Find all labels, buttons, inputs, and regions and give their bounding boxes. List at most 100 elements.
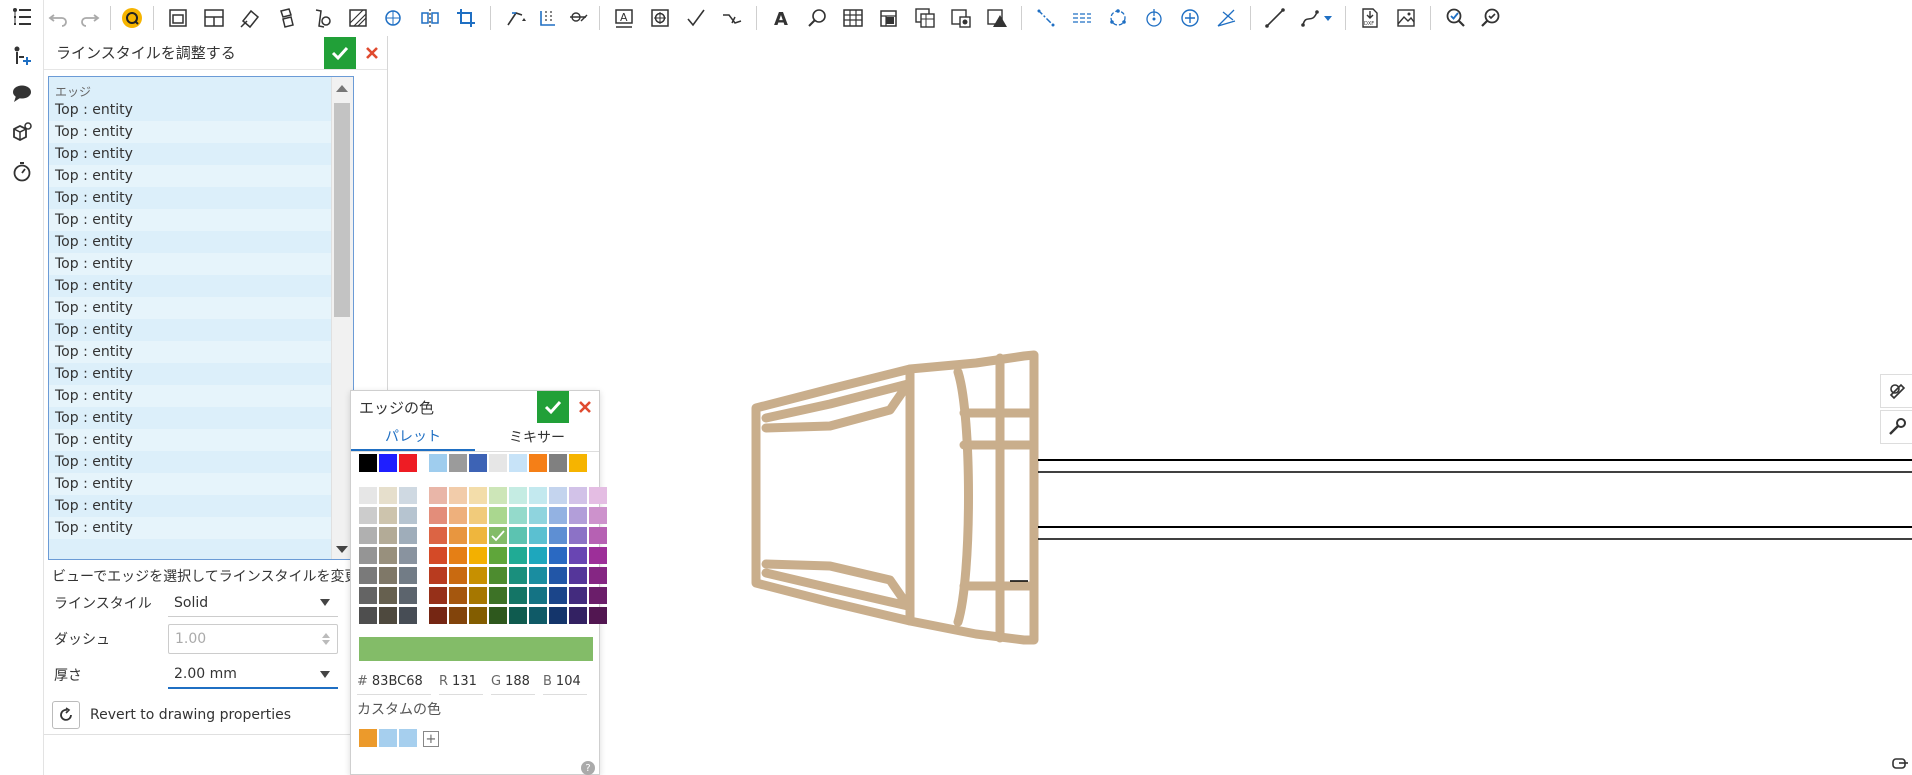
edge-list-item[interactable]: Top : entity× — [49, 341, 353, 363]
custom-color-swatch[interactable] — [359, 729, 377, 747]
check-mark-icon[interactable] — [678, 2, 714, 34]
palette-swatch[interactable] — [549, 507, 567, 524]
undo-icon[interactable] — [44, 2, 74, 34]
note-icon[interactable]: A — [606, 2, 642, 34]
scroll-thumb[interactable] — [334, 103, 350, 317]
palette-swatch[interactable] — [589, 607, 607, 624]
palette-swatch-gray[interactable] — [359, 567, 377, 584]
chevron-down-icon[interactable] — [1324, 15, 1332, 21]
palette-swatch[interactable] — [549, 547, 567, 564]
palette-swatch[interactable] — [589, 527, 607, 544]
palette-swatch[interactable] — [469, 607, 487, 624]
point-icon[interactable] — [1136, 2, 1172, 34]
palette-swatch-gray[interactable] — [359, 527, 377, 544]
palette-swatch-gray[interactable] — [359, 507, 377, 524]
dimension-icon[interactable] — [497, 2, 533, 34]
palette-swatch-gray[interactable] — [399, 547, 417, 564]
table-icon[interactable] — [835, 2, 871, 34]
centerline-icon[interactable] — [1028, 2, 1064, 34]
comments-icon[interactable] — [10, 82, 34, 106]
palette-swatch[interactable] — [549, 527, 567, 544]
palette-swatch-recent[interactable] — [429, 454, 447, 472]
palette-swatch-gray[interactable] — [399, 527, 417, 544]
palette-swatch[interactable] — [429, 607, 447, 624]
edge-list-item[interactable]: Top : entity× — [49, 363, 353, 385]
angle-dimension-icon[interactable] — [563, 2, 593, 34]
picker-cancel-button[interactable] — [571, 391, 599, 423]
palette-swatch[interactable] — [469, 567, 487, 584]
stepper-icon[interactable] — [321, 632, 331, 646]
palette-swatch-recent[interactable] — [549, 454, 567, 472]
palette-swatch[interactable] — [509, 527, 527, 544]
part-outline[interactable] — [751, 350, 1039, 645]
palette-swatch[interactable] — [489, 567, 507, 584]
edge-list-item[interactable]: Top : entity× — [49, 165, 353, 187]
edge-list-item[interactable]: Top : entity× — [49, 121, 353, 143]
scroll-down-icon[interactable] — [336, 546, 348, 553]
palette-swatch[interactable] — [569, 567, 587, 584]
palette-swatch[interactable] — [489, 507, 507, 524]
palette-swatch[interactable] — [549, 607, 567, 624]
wrench-icon[interactable] — [1880, 410, 1912, 444]
inspect-icon[interactable] — [1473, 2, 1509, 34]
timer-icon[interactable] — [10, 160, 34, 184]
regenerate-icon[interactable] — [117, 2, 147, 34]
export-image-icon[interactable] — [1388, 2, 1424, 34]
palette-swatch-gray[interactable] — [379, 587, 397, 604]
redo-icon[interactable] — [74, 2, 104, 34]
palette-swatch[interactable] — [589, 587, 607, 604]
edge-list-item[interactable]: Top : entity× — [49, 99, 353, 121]
edge-list-item[interactable]: Top : entity× — [49, 231, 353, 253]
edge-list-item[interactable]: Top : entity× — [49, 253, 353, 275]
palette-swatch[interactable] — [489, 547, 507, 564]
palette-swatch[interactable] — [429, 547, 447, 564]
palette-swatch[interactable] — [509, 487, 527, 504]
palette-swatch-recent[interactable] — [359, 454, 377, 472]
rotate-view-icon[interactable] — [412, 2, 448, 34]
palette-swatch[interactable] — [469, 587, 487, 604]
tab-palette[interactable]: パレット — [351, 423, 475, 451]
bom-table-icon[interactable] — [871, 2, 907, 34]
confirm-button[interactable] — [324, 37, 356, 69]
palette-swatch-gray[interactable] — [379, 567, 397, 584]
palette-swatch-gray[interactable] — [379, 487, 397, 504]
palette-swatch[interactable] — [449, 507, 467, 524]
palette-swatch[interactable] — [469, 547, 487, 564]
drawing-canvas[interactable] — [600, 36, 1912, 775]
palette-swatch-recent[interactable] — [399, 454, 417, 472]
section-view-icon[interactable] — [268, 2, 304, 34]
edge-list-item[interactable]: Top : entity× — [49, 517, 353, 539]
palette-swatch[interactable] — [429, 527, 447, 544]
palette-swatch[interactable] — [569, 507, 587, 524]
add-feature-icon[interactable] — [10, 44, 34, 68]
edge-list-item[interactable]: Top : entity× — [49, 407, 353, 429]
detail-view-icon[interactable] — [304, 2, 340, 34]
picker-confirm-button[interactable] — [537, 391, 569, 423]
palette-swatch[interactable] — [489, 587, 507, 604]
edge-selection-list[interactable]: エッジ Top : entity×Top : entity×Top : enti… — [48, 76, 354, 560]
palette-swatch-recent[interactable] — [469, 454, 487, 472]
palette-swatch-recent[interactable] — [569, 454, 587, 472]
edge-list-item[interactable]: Top : entity× — [49, 451, 353, 473]
palette-swatch[interactable] — [529, 587, 547, 604]
palette-swatch[interactable] — [549, 587, 567, 604]
palette-swatch[interactable] — [509, 607, 527, 624]
help-icon[interactable]: ? — [581, 761, 595, 775]
dash-input[interactable]: 1.00 — [168, 624, 338, 654]
insert-view-icon[interactable] — [160, 2, 196, 34]
palette-swatch[interactable] — [589, 567, 607, 584]
parts-icon[interactable] — [10, 120, 34, 144]
palette-swatch[interactable] — [509, 547, 527, 564]
palette-swatch[interactable] — [569, 587, 587, 604]
edge-list-item[interactable]: Top : entity× — [49, 473, 353, 495]
palette-swatch[interactable] — [549, 487, 567, 504]
edge-list-item[interactable]: Top : entity× — [49, 319, 353, 341]
drawing-view[interactable] — [600, 36, 1912, 775]
blue-field[interactable]: B 104 — [543, 669, 587, 695]
palette-swatch[interactable] — [469, 507, 487, 524]
auxiliary-view-icon[interactable] — [232, 2, 268, 34]
palette-swatch-recent[interactable] — [449, 454, 467, 472]
custom-color-swatch[interactable] — [379, 729, 397, 747]
palette-swatch-gray[interactable] — [359, 547, 377, 564]
palette-swatch-gray[interactable] — [359, 587, 377, 604]
